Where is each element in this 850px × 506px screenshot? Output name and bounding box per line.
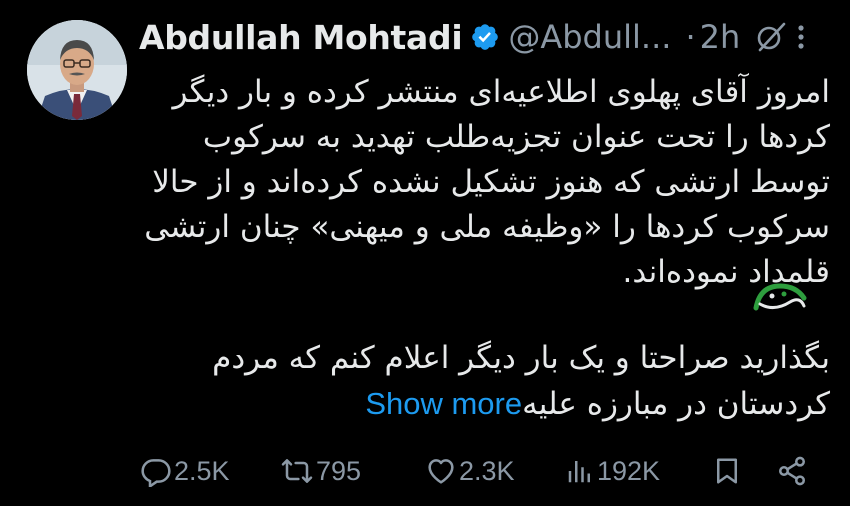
tweet[interactable]: Abdullah Mohtadi @Abdull... · 2h امروز آ…: [0, 0, 850, 506]
share-icon: [776, 455, 808, 487]
more-vertical-icon[interactable]: [786, 20, 816, 54]
bookmark-icon: [712, 454, 742, 488]
verified-badge-icon: [470, 22, 500, 52]
show-more-link[interactable]: Show more: [365, 386, 522, 421]
views-icon: [565, 455, 595, 487]
views-button[interactable]: 192K: [565, 447, 660, 495]
tweet-body: امروز آقای پهلوی اطلاعیه‌ای منتشر کرده و…: [140, 70, 830, 422]
timestamp[interactable]: 2h: [700, 18, 741, 56]
display-name[interactable]: Abdullah Mohtadi: [139, 18, 463, 57]
reply-count: 2.5K: [174, 455, 230, 486]
repost-count: 795: [316, 455, 362, 486]
avatar[interactable]: [27, 20, 127, 120]
bookmark-button[interactable]: [712, 447, 742, 495]
separator-dot: ·: [685, 18, 696, 56]
action-bar: 2.5K 795 2.3K 192K: [140, 447, 820, 495]
share-button[interactable]: [776, 447, 808, 495]
handle[interactable]: @Abdull...: [508, 18, 671, 56]
heart-icon: [425, 455, 457, 487]
watermark-logo: [750, 278, 810, 318]
views-count: 192K: [597, 455, 661, 486]
like-count: 2.3K: [459, 455, 515, 486]
tweet-paragraph-1: امروز آقای پهلوی اطلاعیه‌ای منتشر کرده و…: [144, 74, 830, 290]
reply-button[interactable]: 2.5K: [140, 447, 230, 495]
repost-button[interactable]: 795: [280, 447, 361, 495]
reply-icon: [140, 455, 172, 487]
tweet-paragraph-2: بگذارید صراحتا و یک بار دیگر اعلام کنم ک…: [140, 336, 830, 427]
repost-icon: [280, 455, 314, 487]
tweet-paragraph-2-text: بگذارید صراحتا و یک بار دیگر اعلام کنم ک…: [212, 340, 830, 422]
tweet-header: Abdullah Mohtadi @Abdull... · 2h: [139, 12, 788, 62]
like-button[interactable]: 2.3K: [425, 447, 515, 495]
grok-icon[interactable]: [754, 20, 788, 54]
avatar-image: [27, 20, 127, 120]
